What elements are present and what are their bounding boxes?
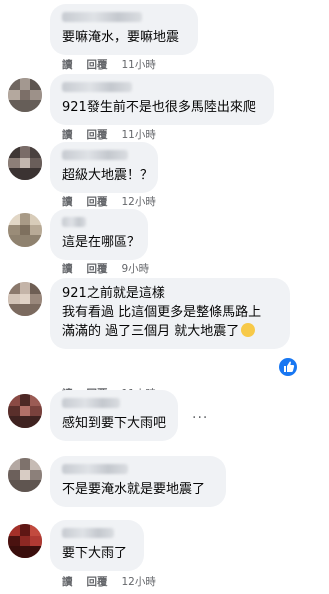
like-reaction-icon[interactable] [277, 356, 299, 378]
comment-bubble[interactable]: 超級大地震！？ [50, 142, 158, 193]
reply-button[interactable]: 讀 [62, 574, 73, 589]
comment-actions: 讀 回覆 12小時 [62, 574, 156, 589]
avatar[interactable] [8, 394, 42, 428]
avatar[interactable] [8, 524, 42, 558]
reply-link[interactable]: 回覆 [87, 194, 108, 209]
comment-time[interactable]: 11小時 [122, 57, 156, 72]
comment-text: 這是在哪區？ [62, 235, 141, 250]
comment-bubble[interactable]: 不是要淹水就是要地震了 [50, 456, 226, 507]
avatar[interactable] [8, 146, 42, 180]
comment-bubble[interactable]: 要嘛淹水，要嘛地震 [50, 4, 198, 55]
more-icon[interactable]: ··· [192, 410, 208, 426]
reply-link[interactable]: 回覆 [87, 574, 108, 589]
reply-link[interactable]: 回覆 [87, 261, 108, 276]
comment-text-line: 滿滿的 過了三個月 就大地震了 [62, 322, 278, 341]
comment-text: 要嘛淹水，要嘛地震 [62, 30, 180, 45]
comment-text: 超級大地震！？ [62, 168, 154, 183]
author-name-blurred[interactable] [62, 464, 128, 474]
reply-button[interactable]: 讀 [62, 194, 73, 209]
comment-actions: 讀 回覆 11小時 [62, 57, 156, 72]
comment-bubble[interactable]: 要下大雨了 [50, 520, 144, 571]
avatar[interactable] [8, 78, 42, 112]
comment-text: 要下大雨了 [62, 546, 128, 561]
reply-link[interactable]: 回覆 [87, 127, 108, 142]
comment-actions: 讀 回覆 11小時 [62, 127, 156, 142]
comment-text-segment: 滿滿的 過了三個月 就大地震了 [62, 324, 240, 339]
reply-button[interactable]: 讀 [62, 261, 73, 276]
author-name-blurred[interactable] [62, 217, 86, 227]
comment-text: 感知到要下大雨吧 [62, 416, 167, 431]
comment-time[interactable]: 9小時 [122, 261, 150, 276]
comment-bubble[interactable]: 921發生前不是也很多馬陸出來爬 [50, 74, 274, 125]
author-name-blurred[interactable] [62, 398, 120, 408]
avatar[interactable] [8, 458, 42, 492]
comment-bubble[interactable]: 感知到要下大雨吧 [50, 390, 178, 441]
author-name-blurred[interactable] [62, 82, 132, 92]
comment-time[interactable]: 12小時 [122, 574, 156, 589]
comment-text: 不是要淹水就是要地震了 [62, 482, 206, 497]
comment-text-line: 921之前就是這樣 [62, 286, 165, 301]
comment-text: 921發生前不是也很多馬陸出來爬 [62, 100, 256, 115]
comment-actions: 讀 回覆 9小時 [62, 261, 149, 276]
comment-time[interactable]: 12小時 [122, 194, 156, 209]
comment-bubble[interactable]: 921之前就是這樣 我有看過 比這個更多是整條馬路上 滿滿的 過了三個月 就大地… [50, 278, 290, 349]
comment-time[interactable]: 11小時 [122, 127, 156, 142]
author-name-blurred[interactable] [62, 12, 142, 22]
author-name-blurred[interactable] [62, 150, 128, 160]
author-name-blurred[interactable] [62, 528, 114, 538]
avatar[interactable] [8, 282, 42, 316]
crying-face-emoji-icon [241, 323, 256, 337]
avatar[interactable] [8, 213, 42, 247]
reply-button[interactable]: 讀 [62, 57, 73, 72]
reply-button[interactable]: 讀 [62, 127, 73, 142]
comment-bubble[interactable]: 這是在哪區？ [50, 209, 148, 260]
comment-text-line: 我有看過 比這個更多是整條馬路上 [62, 305, 262, 320]
comment-actions: 讀 回覆 12小時 [62, 194, 156, 209]
comment-list: 要嘛淹水，要嘛地震 讀 回覆 11小時 921發生前不是也很多馬陸出來爬 讀 回… [0, 0, 329, 594]
reply-link[interactable]: 回覆 [87, 57, 108, 72]
